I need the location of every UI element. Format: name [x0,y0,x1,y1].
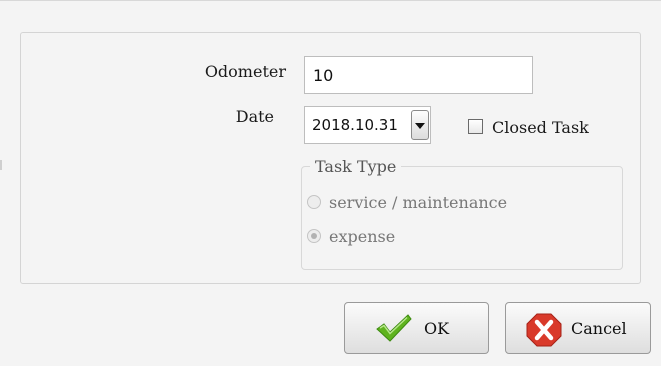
service-maintenance-label[interactable]: service / maintenance [329,193,507,212]
date-picker[interactable]: 2018.10.31 [304,106,431,144]
expense-label[interactable]: expense [329,227,395,246]
task-type-group [301,166,623,270]
window-left-edge-mark [0,160,2,170]
window-top-border [0,0,661,1]
radio-selected-dot [311,233,317,239]
closed-task-label[interactable]: Closed Task [492,118,589,137]
odometer-label: Odometer [204,62,286,81]
green-checkmark-icon [376,314,412,342]
service-maintenance-radio[interactable] [307,195,321,209]
date-dropdown-button[interactable] [411,110,429,140]
odometer-input[interactable] [304,56,533,94]
expense-radio[interactable] [307,229,321,243]
closed-task-checkbox[interactable] [468,119,483,134]
cancel-button-label: Cancel [571,319,627,338]
chevron-down-icon [415,123,425,129]
date-value: 2018.10.31 [312,116,398,134]
date-label: Date [235,107,274,126]
task-type-legend: Task Type [310,157,402,176]
ok-button-label: OK [424,319,450,338]
red-x-icon [526,313,562,347]
ok-button[interactable]: OK [344,302,489,354]
cancel-button[interactable]: Cancel [505,302,651,354]
